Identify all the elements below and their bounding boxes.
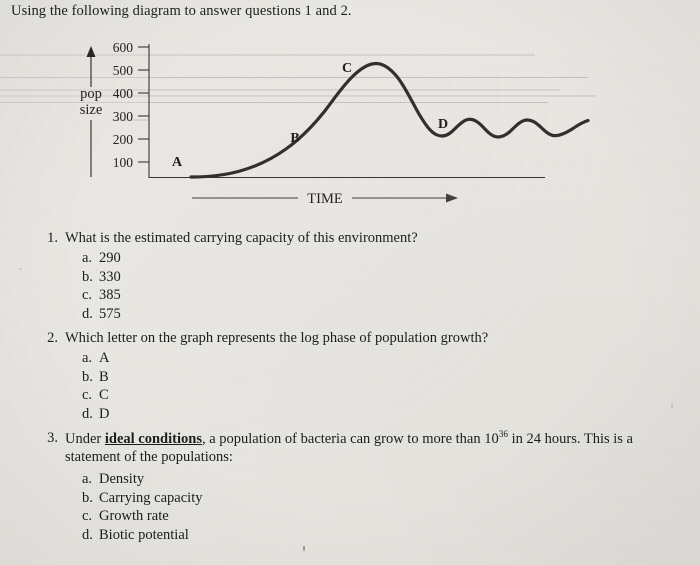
option-2c[interactable]: c. C — [82, 386, 556, 405]
option-2d-letter: d. — [82, 405, 93, 422]
option-3d-text: Biotic potential — [99, 527, 189, 544]
option-2b[interactable]: b. B — [82, 368, 556, 387]
option-3c[interactable]: c. Growth rate — [82, 507, 656, 526]
scan-speck — [671, 404, 673, 408]
x-axis-label: TIME — [307, 191, 343, 207]
option-1a-letter: a. — [82, 250, 93, 267]
y-tick-600: 600 — [113, 40, 134, 55]
x-axis-time-indicator: TIME — [192, 191, 458, 207]
option-1c[interactable]: c. 385 — [82, 286, 556, 305]
y-axis-label-line2: size — [80, 102, 103, 118]
option-3a-text: Density — [99, 471, 145, 488]
option-3b-letter: b. — [82, 489, 93, 506]
y-tick-300: 300 — [113, 109, 134, 124]
option-3c-letter: c. — [82, 508, 93, 525]
option-3d[interactable]: d. Biotic potential — [82, 526, 656, 545]
y-tick-400: 400 — [113, 86, 134, 101]
question-1-options: a. 290 b. 330 c. 385 d. 575 — [82, 249, 556, 323]
question-2-number: 2. — [47, 330, 58, 346]
option-1a[interactable]: a. 290 — [82, 249, 556, 268]
option-2b-letter: b. — [82, 368, 93, 385]
option-1a-text: 290 — [99, 250, 121, 267]
option-2d-text: D — [99, 405, 110, 422]
ruled-paper-lines — [112, 54, 596, 121]
question-3-text-middle: , a population of bacteria can grow to m… — [201, 431, 499, 447]
option-3c-text: Growth rate — [99, 508, 169, 525]
question-3-number: 3. — [47, 430, 58, 446]
question-1-text: What is the estimated carrying capacity … — [65, 230, 418, 246]
y-axis-tick-labels: 600 500 400 300 200 100 — [113, 40, 134, 170]
y-tick-100: 100 — [113, 155, 134, 170]
y-axis-label: pop size — [80, 86, 103, 118]
question-2: 2. Which letter on the graph represents … — [36, 330, 556, 423]
option-1d[interactable]: d. 575 — [82, 305, 556, 324]
label-point-a: A — [172, 155, 183, 170]
option-2c-letter: c. — [82, 387, 93, 404]
label-point-b: B — [290, 131, 299, 146]
intro-text: Using the following diagram to answer qu… — [11, 3, 352, 19]
question-2-options: a. A b. B c. C d. D — [82, 349, 556, 423]
population-growth-diagram: 600 500 400 300 200 100 pop size A B C D — [0, 32, 700, 222]
option-2a-letter: a. — [82, 350, 93, 367]
question-3-options: a. Density b. Carrying capacity c. Growt… — [82, 470, 656, 544]
question-1: 1. What is the estimated carrying capaci… — [36, 230, 556, 323]
question-2-text: Which letter on the graph represents the… — [65, 330, 489, 346]
option-2a-text: A — [99, 350, 110, 367]
y-axis-ticks — [138, 46, 149, 163]
question-3: 3. Under ideal conditions, a population … — [36, 430, 656, 545]
y-axis-label-line1: pop — [80, 86, 102, 102]
option-3a-letter: a. — [82, 471, 93, 488]
y-tick-200: 200 — [113, 132, 134, 147]
option-1c-letter: c. — [82, 287, 93, 304]
option-2d[interactable]: d. D — [82, 405, 556, 424]
label-point-c: C — [342, 61, 352, 76]
option-1b[interactable]: b. 330 — [82, 268, 556, 287]
question-1-number: 1. — [47, 230, 58, 246]
option-2b-text: B — [99, 368, 109, 385]
option-2a[interactable]: a. A — [82, 349, 556, 368]
question-3-text: Under ideal conditions, a population of … — [65, 431, 656, 466]
option-3a[interactable]: a. Density — [82, 470, 656, 489]
label-point-d: D — [438, 117, 448, 132]
option-2c-text: C — [99, 387, 109, 404]
population-curve — [189, 61, 590, 179]
y-tick-500: 500 — [113, 63, 134, 78]
option-1c-text: 385 — [99, 287, 121, 304]
question-3-exponent: 36 — [498, 430, 508, 441]
option-3b-text: Carrying capacity — [99, 489, 203, 506]
option-1b-text: 330 — [99, 268, 121, 285]
question-3-text-before: Under — [65, 431, 105, 447]
option-1d-text: 575 — [99, 305, 121, 322]
option-1b-letter: b. — [82, 268, 93, 285]
option-1d-letter: d. — [82, 305, 93, 322]
option-3d-letter: d. — [82, 527, 93, 544]
scan-speck — [19, 268, 22, 270]
option-3b[interactable]: b. Carrying capacity — [82, 489, 656, 508]
scan-speck — [303, 546, 305, 551]
question-3-emphasis: ideal conditions — [104, 431, 202, 447]
